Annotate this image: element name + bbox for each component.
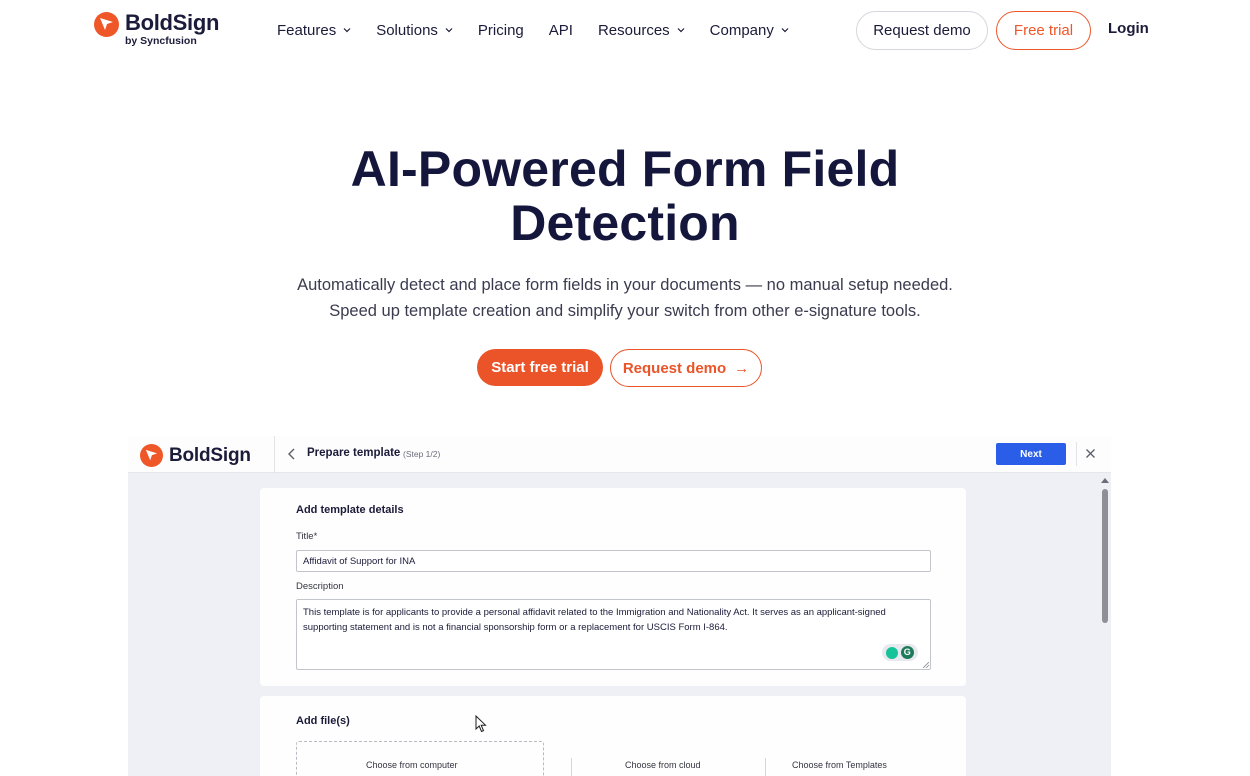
header-divider bbox=[1076, 442, 1077, 466]
choose-from-templates-option[interactable]: Choose from Templates bbox=[792, 760, 887, 770]
app-header: BoldSign Prepare template (Step 1/2) Nex… bbox=[128, 436, 1111, 473]
chevron-left-icon[interactable] bbox=[286, 446, 298, 462]
chevron-down-icon bbox=[781, 28, 789, 33]
main-menu: Features Solutions Pricing API Resources… bbox=[277, 19, 814, 41]
choose-from-computer-option[interactable]: Choose from computer bbox=[366, 760, 458, 770]
boldsign-logo-icon bbox=[94, 12, 119, 37]
nav-item-label: API bbox=[548, 21, 573, 39]
title-input[interactable]: Affidavit of Support for INA bbox=[296, 550, 931, 572]
hero-subtitle: Automatically detect and place form fiel… bbox=[0, 272, 1250, 324]
step-indicator: (Step 1/2) bbox=[403, 449, 441, 459]
hero-request-demo-label: Request demo bbox=[622, 359, 727, 377]
mouse-cursor-icon bbox=[475, 715, 487, 733]
choose-from-computer-dropzone[interactable] bbox=[296, 741, 544, 776]
grammarly-widget[interactable]: G bbox=[882, 644, 918, 661]
chevron-down-icon bbox=[445, 28, 453, 33]
title-label: Title* bbox=[296, 531, 318, 542]
scrollbar-thumb[interactable] bbox=[1102, 489, 1108, 623]
nav-item-label: Resources bbox=[597, 21, 670, 39]
grammarly-icon: G bbox=[900, 646, 914, 659]
app-logo-name: BoldSign bbox=[169, 444, 251, 466]
template-details-card: Add template details Title* Affidavit of… bbox=[260, 488, 966, 686]
header-divider bbox=[274, 436, 275, 473]
choose-from-cloud-option[interactable]: Choose from cloud bbox=[625, 760, 701, 770]
nav-item-company[interactable]: Company bbox=[710, 19, 789, 41]
request-demo-button[interactable]: Request demo bbox=[856, 11, 988, 50]
template-details-heading: Add template details bbox=[296, 504, 404, 516]
option-divider bbox=[571, 758, 572, 776]
brand-logo[interactable]: BoldSign by Syncfusion bbox=[94, 11, 219, 47]
add-files-heading: Add file(s) bbox=[296, 715, 350, 727]
step-title: Prepare template bbox=[307, 447, 401, 459]
resize-handle-icon[interactable] bbox=[923, 662, 929, 668]
add-files-card: Add file(s) Choose from computer Choose … bbox=[260, 696, 966, 776]
scroll-up-icon[interactable] bbox=[1101, 478, 1109, 483]
nav-item-label: Solutions bbox=[376, 21, 438, 39]
hero-subtitle-line: Speed up template creation and simplify … bbox=[329, 302, 921, 320]
nav-item-api[interactable]: API bbox=[549, 19, 573, 41]
nav-item-label: Company bbox=[709, 21, 774, 39]
lightbulb-icon bbox=[886, 646, 899, 659]
nav-item-solutions[interactable]: Solutions bbox=[376, 19, 453, 41]
start-free-trial-button[interactable]: Start free trial bbox=[477, 349, 603, 386]
nav-item-resources[interactable]: Resources bbox=[598, 19, 685, 41]
description-label: Description bbox=[296, 581, 344, 592]
nav-item-label: Features bbox=[277, 21, 337, 39]
login-link[interactable]: Login bbox=[1108, 20, 1149, 37]
hero-title-line: AI-Powered Form Field bbox=[350, 141, 900, 197]
app-preview: BoldSign Prepare template (Step 1/2) Nex… bbox=[128, 436, 1111, 776]
free-trial-button[interactable]: Free trial bbox=[996, 11, 1091, 50]
close-icon[interactable] bbox=[1085, 448, 1096, 459]
brand-name: BoldSign bbox=[125, 10, 220, 35]
boldsign-logo-icon bbox=[140, 444, 163, 467]
chevron-down-icon bbox=[343, 28, 351, 33]
top-nav: BoldSign by Syncfusion Features Solution… bbox=[0, 0, 1250, 62]
hero-subtitle-line: Automatically detect and place form fiel… bbox=[297, 276, 953, 294]
app-logo: BoldSign bbox=[140, 444, 251, 467]
hero-title: AI-Powered Form Field Detection bbox=[0, 142, 1250, 250]
hero-request-demo-button[interactable]: Request demo → bbox=[610, 349, 762, 387]
chevron-down-icon bbox=[677, 28, 685, 33]
arrow-right-icon: → bbox=[734, 359, 750, 377]
nav-item-label: Pricing bbox=[477, 21, 524, 39]
next-button[interactable]: Next bbox=[996, 443, 1066, 465]
brand-byline: by Syncfusion bbox=[125, 35, 197, 47]
nav-item-pricing[interactable]: Pricing bbox=[478, 19, 524, 41]
hero-title-line: Detection bbox=[510, 195, 740, 251]
option-divider bbox=[765, 758, 766, 776]
description-textarea[interactable]: This template is for applicants to provi… bbox=[296, 599, 931, 670]
description-text: This template is for applicants to provi… bbox=[303, 607, 886, 633]
nav-item-features[interactable]: Features bbox=[277, 19, 351, 41]
